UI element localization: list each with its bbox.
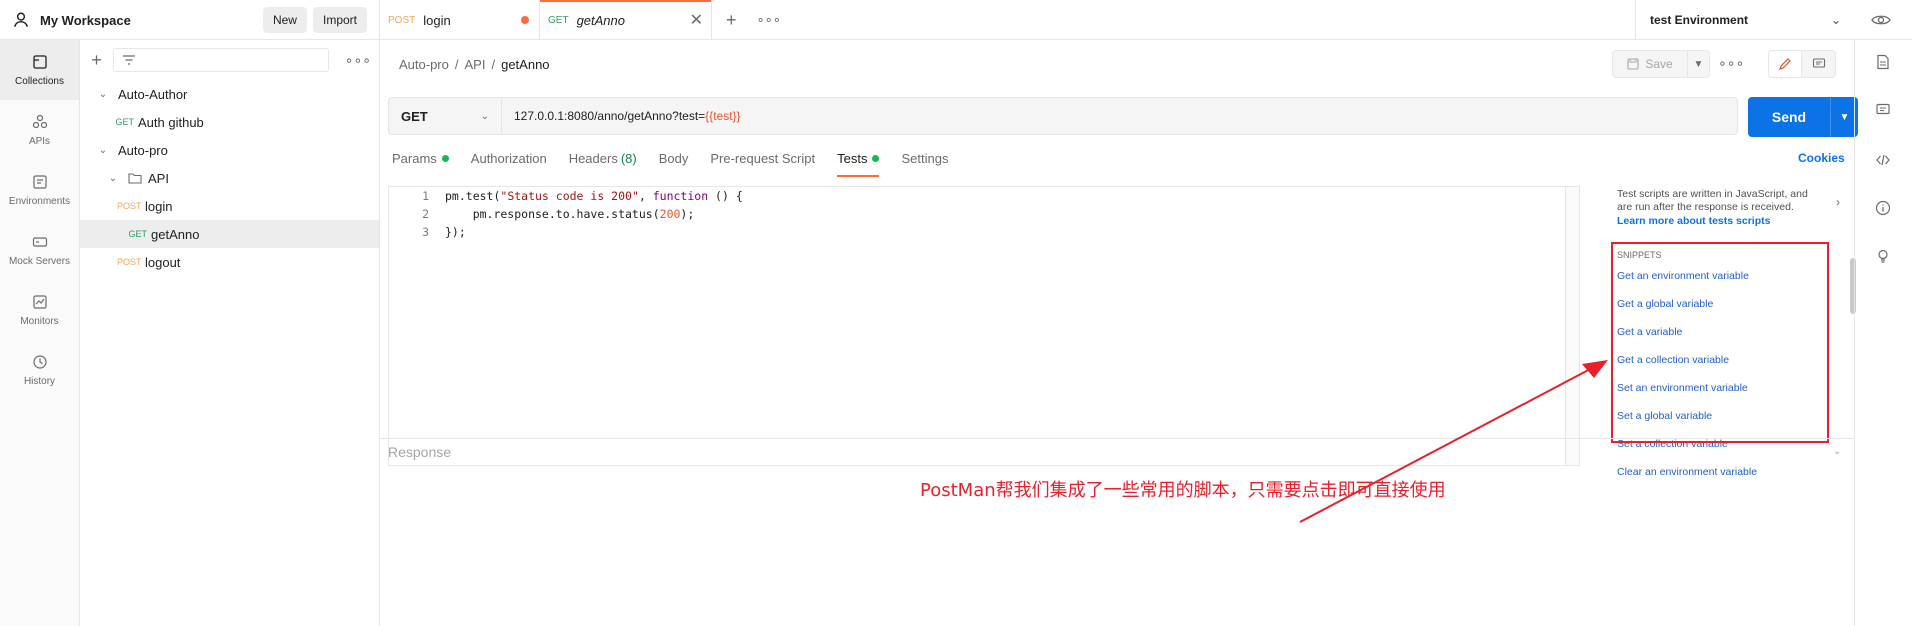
chevron-down-icon: ⌄ — [108, 172, 118, 184]
comment-icon[interactable] — [1875, 102, 1891, 118]
chevron-down-icon: ⌄ — [1830, 13, 1841, 27]
import-button[interactable]: Import — [312, 7, 367, 33]
rail-collections[interactable]: Collections — [0, 40, 79, 100]
collection-name: Auto-pro — [118, 142, 168, 158]
request-method: POST — [117, 257, 142, 267]
folder-name: API — [148, 170, 169, 186]
request-row[interactable]: GET Auth github — [80, 108, 379, 136]
collections-icon — [32, 54, 47, 69]
rail-label: Collections — [15, 75, 64, 87]
request-method: GET — [128, 229, 147, 239]
workspace-header: My Workspace New Import — [0, 0, 380, 40]
filter-input[interactable] — [113, 48, 329, 72]
postman-window: My Workspace New Import POST login GET g… — [0, 0, 1912, 626]
eye-icon[interactable] — [1870, 10, 1892, 30]
environments-icon — [32, 174, 47, 189]
request-method: GET — [115, 117, 134, 127]
rail-label: Environments — [8, 195, 71, 207]
rail-apis[interactable]: APIs — [0, 100, 79, 160]
rail-environments[interactable]: Environments — [0, 160, 79, 220]
collection-row[interactable]: ⌄ Auto-Author — [80, 80, 379, 108]
chevron-down-icon: ⌄ — [98, 144, 108, 156]
tab-method: GET — [548, 14, 569, 26]
tab-actions: + ∘∘∘ — [712, 0, 781, 40]
annotation-arrow-icon — [1299, 360, 1608, 523]
document-icon[interactable] — [1875, 54, 1891, 70]
request-name: logout — [145, 254, 181, 270]
unsaved-dot-icon — [521, 16, 529, 24]
tab-label: getAnno — [576, 12, 625, 28]
filter-icon — [123, 55, 136, 65]
rail-history[interactable]: History — [0, 340, 79, 400]
tab-login[interactable]: POST login — [380, 0, 540, 40]
user-icon — [14, 12, 28, 27]
new-tab-plus-icon[interactable]: + — [726, 10, 737, 31]
request-name: login — [145, 198, 173, 214]
rail-label: Monitors — [20, 315, 59, 327]
right-rail — [1854, 40, 1912, 626]
rail-label: Mock Servers — [8, 255, 71, 267]
request-row[interactable]: GET getAnno — [80, 220, 379, 248]
request-row[interactable]: POST logout — [80, 248, 379, 276]
chevron-down-icon: ⌄ — [98, 88, 108, 100]
more-tabs-icon[interactable]: ∘∘∘ — [757, 12, 781, 28]
left-rail: Collections APIs Environments Mock Serve… — [0, 40, 80, 626]
new-button[interactable]: New — [262, 7, 307, 33]
lightbulb-icon[interactable] — [1875, 248, 1891, 264]
collections-sidebar: + ∘∘∘ ⌄ Auto-Author GET Auth github ⌄ Au… — [80, 40, 380, 626]
environment-selector[interactable]: test Environment ⌄ — [1635, 0, 1855, 40]
rail-mock-servers[interactable]: Mock Servers — [0, 220, 79, 280]
tab-label: login — [423, 12, 451, 28]
request-name: Auth github — [138, 114, 204, 130]
annotation-text: PostMan帮我们集成了一些常用的脚本，只需要点击即可直接使用 — [920, 480, 1446, 501]
request-pane: Auto-pro / API / getAnno Save ▼ ∘∘∘ GET … — [380, 40, 1858, 626]
close-icon[interactable]: ✕ — [690, 10, 703, 30]
apis-icon — [32, 114, 47, 128]
environment-label: test Environment — [1650, 13, 1749, 27]
tab-getanno[interactable]: GET getAnno ✕ — [540, 0, 712, 40]
request-method: POST — [117, 201, 142, 211]
tab-method: POST — [388, 14, 416, 26]
folder-row[interactable]: ⌄ API — [80, 164, 379, 192]
add-collection-plus-icon[interactable]: + — [88, 50, 105, 71]
mock-servers-icon — [32, 236, 47, 247]
top-bar: My Workspace New Import POST login GET g… — [0, 0, 1912, 40]
rail-monitors[interactable]: Monitors — [0, 280, 79, 340]
request-name: getAnno — [151, 226, 200, 242]
collection-name: Auto-Author — [118, 86, 188, 102]
request-row[interactable]: POST login — [80, 192, 379, 220]
rail-label: History — [23, 375, 56, 387]
sidebar-toolbar: + ∘∘∘ — [80, 40, 379, 80]
history-icon — [32, 354, 47, 369]
info-icon[interactable] — [1875, 200, 1891, 216]
rail-label: APIs — [28, 135, 51, 147]
workspace-title[interactable]: My Workspace — [40, 13, 257, 28]
code-icon[interactable] — [1875, 152, 1891, 168]
collection-row[interactable]: ⌄ Auto-pro — [80, 136, 379, 164]
monitors-icon — [32, 294, 47, 309]
folder-icon — [128, 173, 142, 184]
sidebar-more-icon[interactable]: ∘∘∘ — [345, 52, 371, 69]
